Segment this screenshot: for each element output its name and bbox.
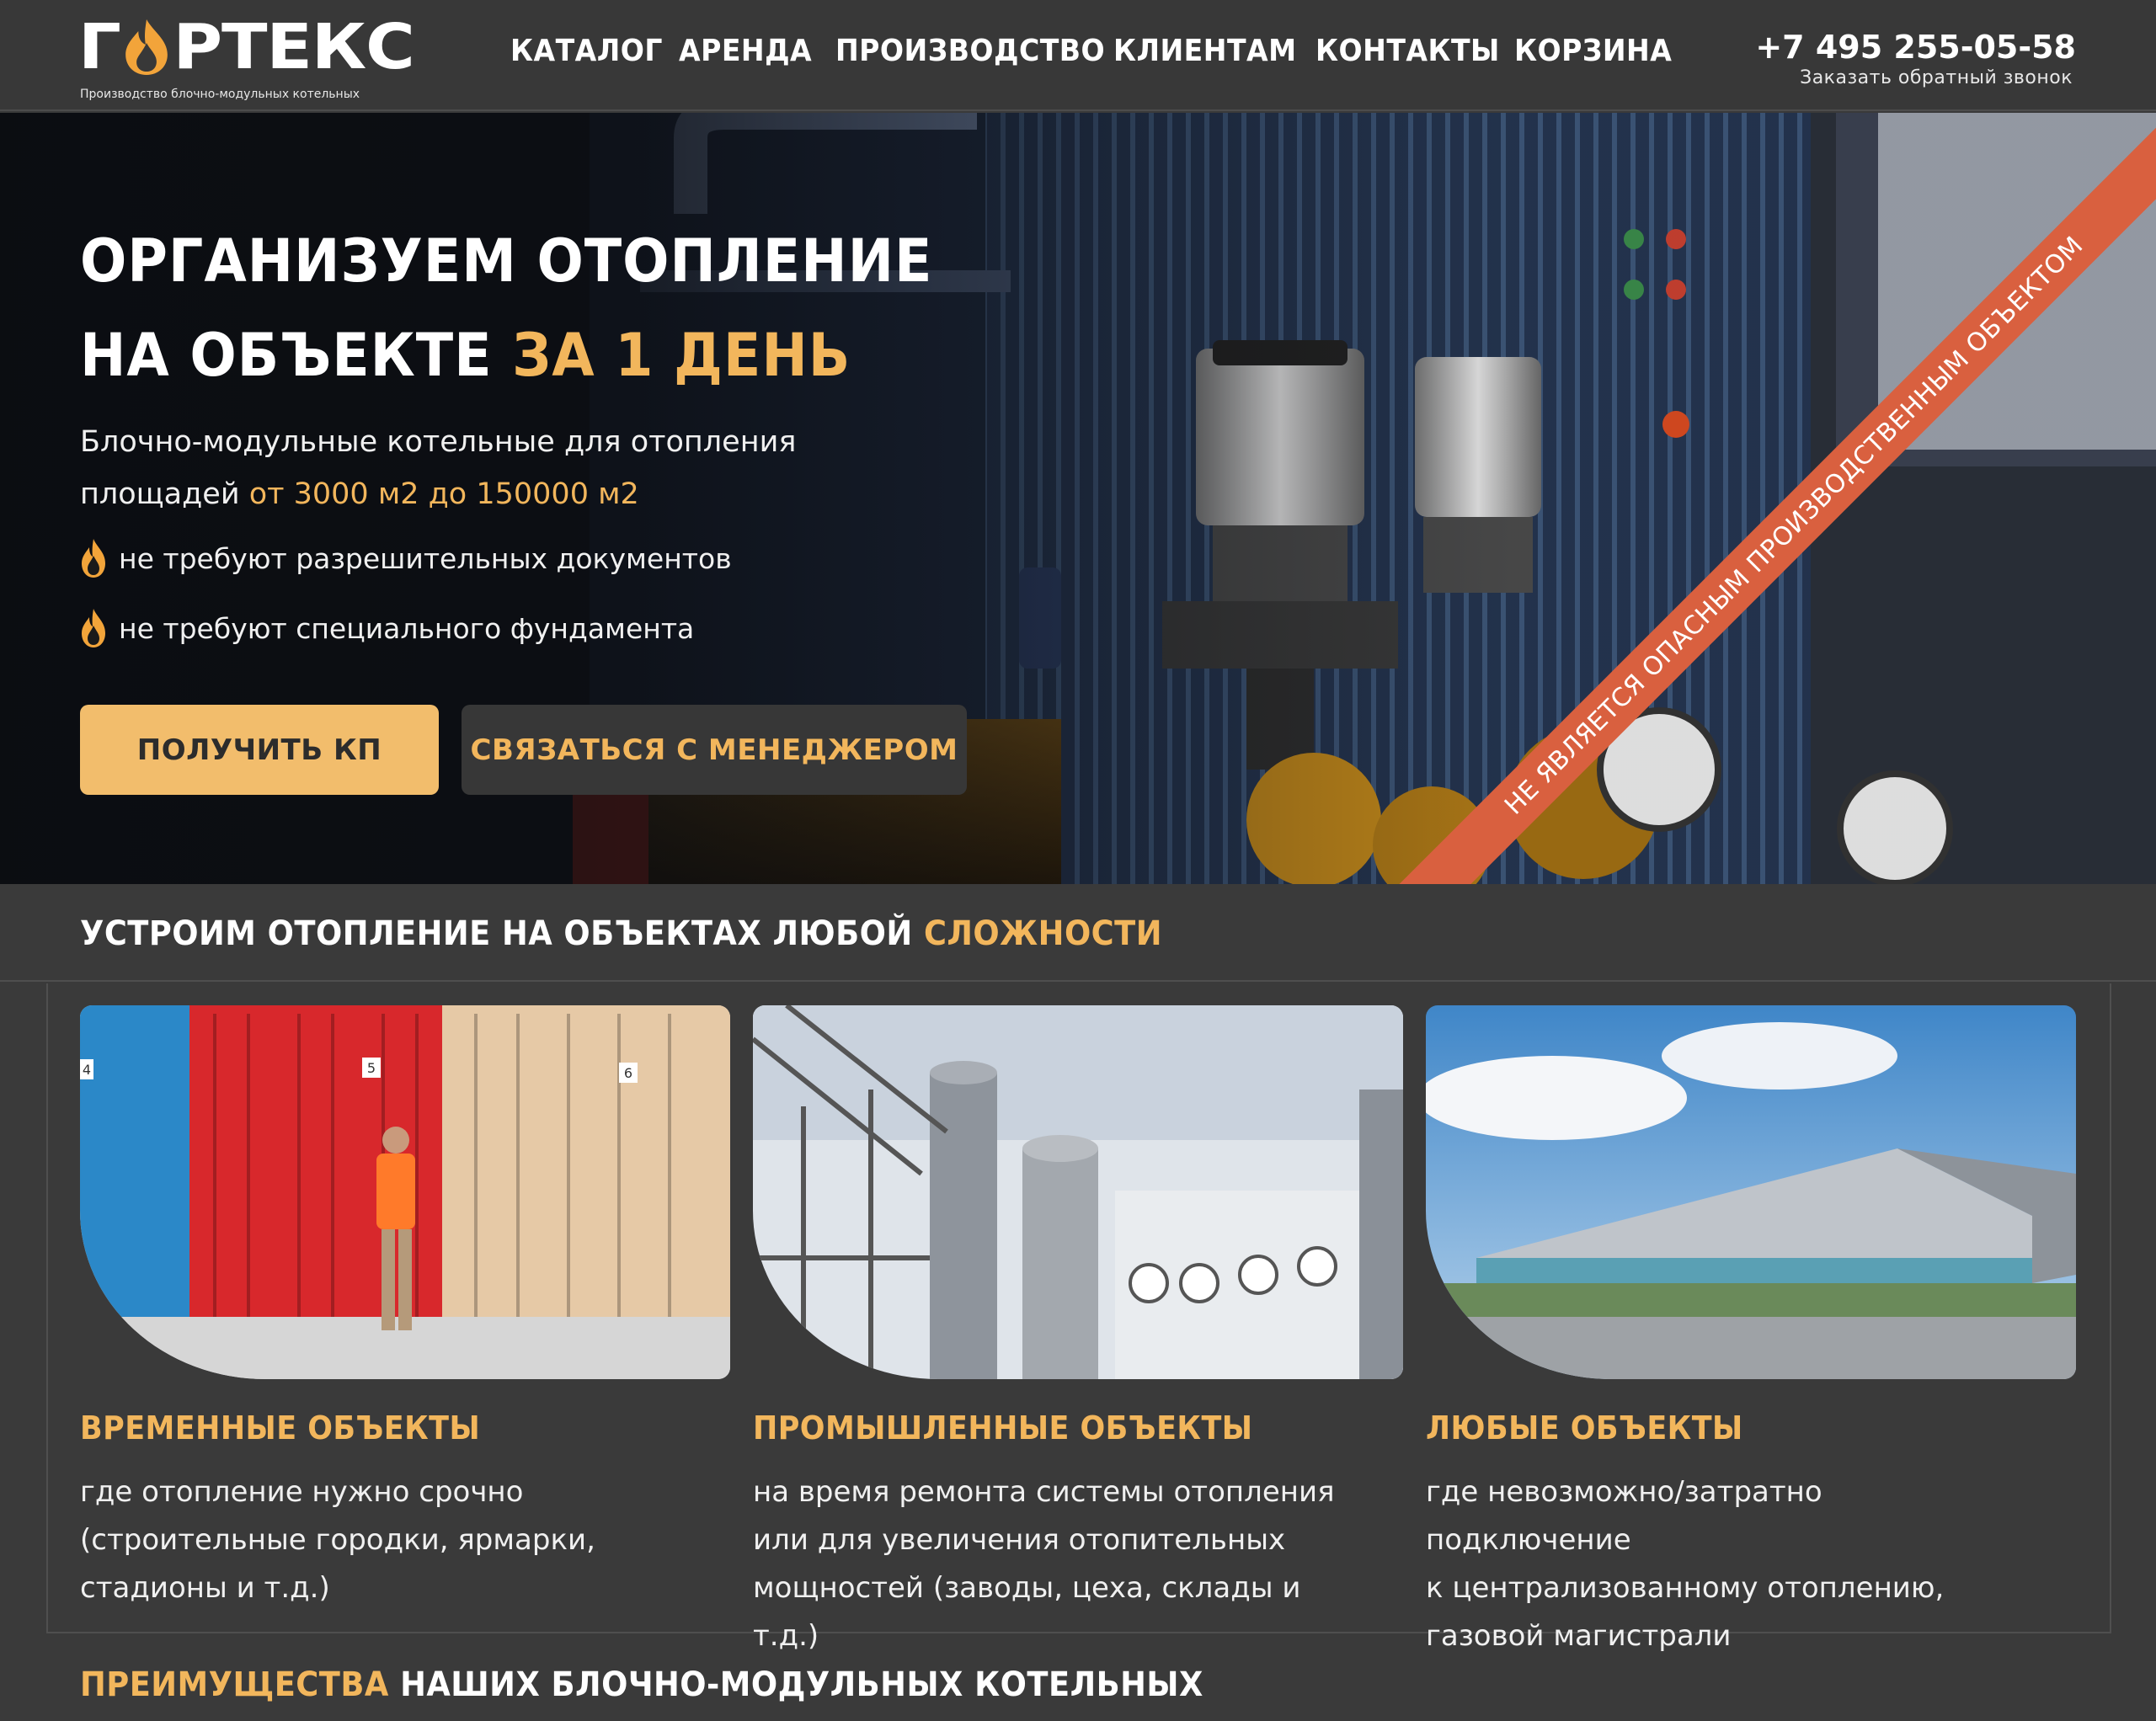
hero-subtitle-line1: Блочно-модульные котельные для отопления (80, 425, 797, 459)
section-title-accent: ПРЕИМУЩЕСТВА (80, 1665, 389, 1704)
hero-subtitle-line2: площадей (80, 477, 249, 511)
section-title-text: УСТРОИМ ОТОПЛЕНИЕ НА ОБЪЕКТАХ ЛЮБОЙ (80, 914, 924, 953)
get-offer-button[interactable]: ПОЛУЧИТЬ КП (80, 705, 439, 795)
flame-icon (125, 19, 168, 75)
nav-item-clients[interactable]: КЛИЕНТАМ (1113, 34, 1297, 68)
logo-letters: РТЕКС (173, 11, 414, 83)
section-title-accent: СЛОЖНОСТИ (923, 914, 1162, 953)
section-title-text: НАШИХ БЛОЧНО-МОДУЛЬНЫХ КОТЕЛЬНЫХ (388, 1665, 1203, 1704)
section-title-advantages: ПРЕИМУЩЕСТВА НАШИХ БЛОЧНО-МОДУЛЬНЫХ КОТЕ… (80, 1665, 1203, 1704)
hero-subtitle-accent: от 3000 м2 до 150000 м2 (248, 477, 639, 511)
nav-item-catalog[interactable]: КАТАЛОГ (510, 34, 663, 68)
containers-photo: 5 6 4 (80, 1005, 730, 1379)
hero-title-line2: НА ОБЪЕКТЕ (80, 321, 513, 390)
section-title-objects: УСТРОИМ ОТОПЛЕНИЕ НА ОБЪЕКТАХ ЛЮБОЙ СЛОЖ… (80, 914, 1162, 953)
card-title: ПРОМЫШЛЕННЫЕ ОБЪЕКТЫ (753, 1409, 1253, 1447)
container-number: 5 (367, 1060, 376, 1076)
nav-item-rent[interactable]: АРЕНДА (679, 34, 812, 68)
hero-title-accent: ЗА 1 ДЕНЬ (512, 321, 851, 390)
card-title: ВРЕМЕННЫЕ ОБЪЕКТЫ (80, 1409, 481, 1447)
flame-icon (82, 539, 105, 578)
card-text: где невозможно/затратно подключение к це… (1426, 1475, 1945, 1653)
logo-letter: Г (78, 11, 121, 83)
bullet-text: не требуют специального фундамента (119, 611, 695, 645)
logo-wordmark: Г РТЕКС (78, 11, 415, 83)
warehouse-photo (1426, 1005, 2076, 1379)
card-text: где отопление нужно срочно (строительные… (80, 1475, 595, 1605)
hero-title-line1: ОРГАНИЗУЕМ ОТОПЛЕНИЕ (80, 226, 933, 296)
nav-item-production[interactable]: ПРОИЗВОДСТВО (835, 34, 1105, 68)
nav-item-contacts[interactable]: КОНТАКТЫ (1315, 34, 1500, 68)
phone-number[interactable]: +7 495 255-05-58 (1755, 29, 2076, 66)
logo-subtitle: Производство блочно-модульных котельных (80, 88, 360, 101)
hero-subtitle: Блочно-модульные котельные для отопления… (80, 416, 796, 520)
callback-link[interactable]: Заказать обратный звонок (1800, 67, 2073, 88)
logo[interactable]: Г РТЕКС Производство блочно-модульных ко… (78, 16, 415, 103)
hero-title: ОРГАНИЗУЕМ ОТОПЛЕНИЕ НА ОБЪЕКТЕ ЗА 1 ДЕН… (80, 214, 932, 402)
site-header: Г РТЕКС Производство блочно-модульных ко… (0, 0, 2156, 111)
bullet-text: не требуют разрешительных документов (119, 541, 732, 575)
container-number: 4 (83, 1062, 91, 1078)
hero-banner: НЕ ЯВЛЯЕТСЯ ОПАСНЫМ ПРОИЗВОДСТВЕННЫМ ОБЪ… (0, 113, 2156, 884)
card-title: ЛЮБЫЕ ОБЪЕКТЫ (1426, 1409, 1743, 1447)
flame-icon (82, 609, 105, 647)
hero-bullet: не требуют специального фундамента (80, 607, 694, 649)
container-number: 6 (624, 1065, 632, 1081)
industrial-plant-photo (753, 1005, 1403, 1379)
card-text: на время ремонта системы отопления или д… (753, 1475, 1335, 1653)
hero-bullet: не требуют разрешительных документов (80, 537, 732, 579)
nav-item-cart[interactable]: КОРЗИНА (1514, 34, 1672, 68)
contact-manager-button[interactable]: СВЯЗАТЬСЯ С МЕНЕДЖЕРОМ (462, 705, 967, 795)
